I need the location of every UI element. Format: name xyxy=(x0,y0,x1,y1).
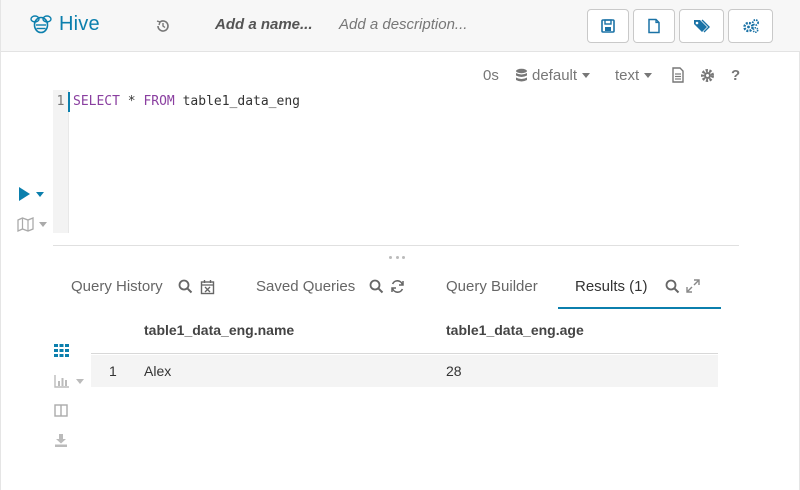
editor-divider xyxy=(53,245,739,246)
query-history-icon[interactable] xyxy=(153,16,173,36)
chevron-down-icon[interactable] xyxy=(36,191,44,197)
refresh-icon[interactable] xyxy=(390,279,405,294)
document-button[interactable] xyxy=(671,65,685,85)
search-icon[interactable] xyxy=(369,279,384,294)
text-cursor xyxy=(68,92,70,112)
format-label: text xyxy=(615,66,640,84)
hive-editor-page: Hive Add a name... Add a description... xyxy=(0,0,800,490)
play-icon xyxy=(19,187,30,201)
tab-results[interactable]: Results (1) xyxy=(575,278,648,295)
top-bar: Hive Add a name... Add a description... xyxy=(1,0,800,52)
cell-name: Alex xyxy=(144,363,172,379)
bar-chart-icon xyxy=(54,375,69,388)
chart-view-button[interactable] xyxy=(54,374,84,388)
database-selector[interactable]: default xyxy=(515,65,591,85)
file-icon xyxy=(648,18,660,34)
editor-settings-button[interactable] xyxy=(700,65,715,85)
cogs-icon xyxy=(742,19,759,34)
settings-button[interactable] xyxy=(728,9,773,43)
row-index: 1 xyxy=(109,363,117,379)
save-button[interactable] xyxy=(587,9,629,43)
floppy-disk-icon xyxy=(601,19,615,33)
search-icon[interactable] xyxy=(665,279,680,294)
column-header-name[interactable]: table1_data_eng.name xyxy=(144,322,294,338)
execution-time: 0s xyxy=(483,66,499,84)
tags-button[interactable] xyxy=(679,9,724,43)
help-button[interactable]: ? xyxy=(731,65,740,85)
chevron-down-icon xyxy=(76,378,84,384)
line-number: 1 xyxy=(56,94,65,109)
column-header-age[interactable]: table1_data_eng.age xyxy=(446,322,584,338)
sql-star: * xyxy=(119,94,144,109)
download-icon[interactable] xyxy=(54,433,68,447)
chevron-down-icon xyxy=(39,222,47,227)
query-description-input[interactable]: Add a description... xyxy=(339,16,467,33)
table-header-divider xyxy=(91,353,718,354)
explain-button[interactable] xyxy=(17,217,47,232)
search-icon[interactable] xyxy=(178,279,193,294)
sql-keyword: SELECT xyxy=(73,94,120,109)
columns-icon[interactable] xyxy=(54,404,68,417)
sql-table-name: table1_data_eng xyxy=(174,94,300,109)
tags-icon xyxy=(693,19,710,33)
active-tab-indicator xyxy=(558,307,721,309)
history-icon xyxy=(156,20,169,32)
tab-query-history[interactable]: Query History xyxy=(71,278,163,295)
chevron-down-icon xyxy=(582,72,591,78)
calendar-x-icon[interactable] xyxy=(200,279,215,295)
cell-age: 28 xyxy=(446,363,462,379)
app-brand[interactable]: Hive xyxy=(29,12,100,36)
database-icon xyxy=(516,68,527,81)
resize-handle[interactable] xyxy=(389,256,405,260)
expand-icon[interactable] xyxy=(686,279,700,293)
format-selector[interactable]: text xyxy=(615,65,653,85)
sql-keyword: FROM xyxy=(143,94,175,109)
tab-query-builder[interactable]: Query Builder xyxy=(446,278,538,295)
hive-bee-logo-icon xyxy=(30,15,52,34)
map-icon xyxy=(17,217,34,232)
table-row xyxy=(91,355,718,387)
app-title: Hive xyxy=(59,12,100,35)
database-name: default xyxy=(532,66,578,84)
gear-icon xyxy=(701,68,714,82)
query-name-input[interactable]: Add a name... xyxy=(215,16,313,33)
chevron-down-icon xyxy=(644,72,653,78)
tab-saved-queries[interactable]: Saved Queries xyxy=(256,278,355,295)
line-gutter: 1 xyxy=(53,90,69,233)
sql-editor[interactable]: SELECT * FROM table1_data_eng xyxy=(73,94,300,109)
file-text-icon xyxy=(672,67,684,83)
grid-view-icon[interactable] xyxy=(54,344,69,357)
new-document-button[interactable] xyxy=(633,9,675,43)
execute-button[interactable] xyxy=(19,187,44,201)
